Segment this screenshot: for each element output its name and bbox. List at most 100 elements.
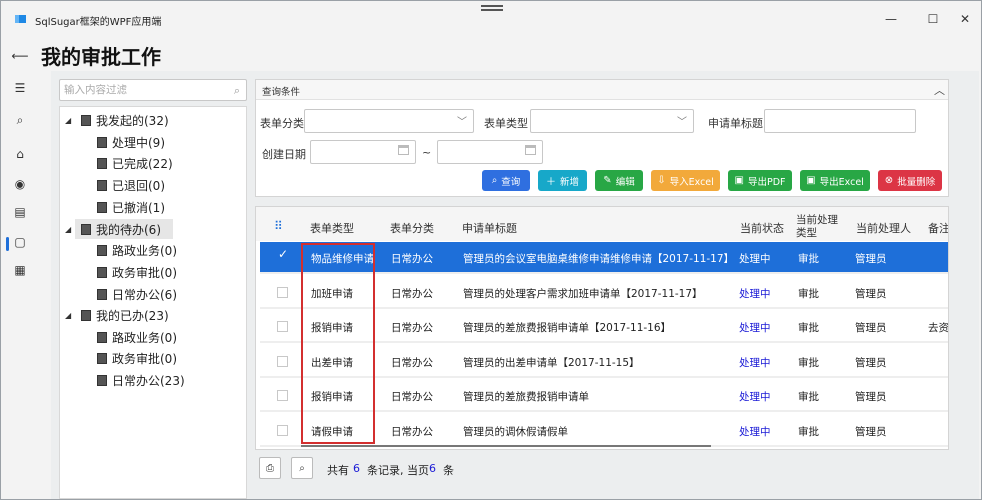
close-button[interactable]: ✕ — [953, 9, 977, 29]
collapse-triangle-icon[interactable]: ◢ — [65, 116, 75, 125]
form-category-select[interactable]: ﹀ — [304, 109, 474, 133]
menu-icon[interactable]: ☰ — [9, 77, 31, 99]
cell-status: 处理中 — [739, 357, 771, 369]
pager-suffix: 条 — [443, 464, 454, 477]
document-icon — [97, 157, 107, 169]
document-icon — [97, 201, 107, 213]
tree-filter-box: ⌕ — [59, 79, 247, 101]
cell-title: 管理员的调休假请假单 — [463, 426, 568, 438]
query-panel: 查询条件 ︿ 表单分类 ﹀ 表单类型 ﹀ 申请单标题 创建日期 ~ ⌕ 查询 ＋新… — [255, 79, 949, 197]
search-icon[interactable]: ⌕ — [234, 84, 240, 98]
form-category-label: 表单分类 — [260, 117, 304, 130]
briefcase-icon[interactable]: ▢ — [9, 231, 31, 253]
col-header-category[interactable]: 表单分类 — [390, 220, 434, 236]
add-button[interactable]: ＋新增 — [538, 170, 587, 191]
col-header-step-line2[interactable]: 类型 — [796, 227, 817, 239]
end-date-picker[interactable] — [437, 140, 543, 164]
tree-node-todo[interactable]: ◢ 我的待办(6) — [65, 219, 161, 239]
tree-node-label: 我的已办(23) — [96, 308, 169, 323]
start-date-picker[interactable] — [310, 140, 416, 164]
batch-delete-button[interactable]: ⊗ 批量删除 — [878, 170, 942, 191]
tree-node-todo-gov[interactable]: 政务审批(0) — [97, 262, 177, 282]
tree-node-label: 日常办公(6) — [112, 287, 177, 302]
back-arrow-icon[interactable]: ⟵ — [9, 45, 31, 67]
print-preview-icon[interactable]: ⌕ — [291, 457, 313, 479]
left-nav: ⟵ ☰ ⌕ ⌂ ◉ ▤ ▢ ▦ — [1, 35, 39, 499]
row-checkbox[interactable] — [277, 321, 288, 332]
col-header-type[interactable]: 表单类型 — [310, 220, 354, 236]
export-excel-button[interactable]: ▣ 导出Excel — [800, 170, 870, 191]
user-shield-icon[interactable]: ◉ — [9, 173, 31, 195]
chevron-up-icon[interactable]: ︿ — [934, 82, 945, 98]
maximize-button[interactable]: ☐ — [921, 9, 945, 29]
pager-total-count: 6 — [353, 462, 360, 475]
title-bar[interactable]: SqlSugar框架的WPF应用端 — ☐ ✕ — [1, 1, 981, 35]
pager-middle-text: 条记录, 当页 — [367, 464, 429, 477]
tree-node-done[interactable]: ◢ 我的已办(23) — [65, 305, 169, 325]
document-icon — [97, 331, 107, 343]
export-page-icon[interactable]: ⎙ — [259, 457, 281, 479]
tree-node-initiated[interactable]: ◢ 我发起的(32) — [65, 110, 169, 130]
horizontal-scrollbar[interactable] — [301, 445, 711, 447]
document-icon — [97, 374, 107, 386]
cell-step: 审批 — [798, 391, 819, 403]
tree-node-done-gov[interactable]: 政务审批(0) — [97, 348, 177, 368]
cell-status: 处理中 — [739, 322, 771, 334]
collapse-triangle-icon[interactable]: ◢ — [65, 225, 75, 234]
cell-handler: 管理员 — [855, 426, 887, 438]
row-checkbox[interactable] — [277, 287, 288, 298]
form-type-select[interactable]: ﹀ — [530, 109, 694, 133]
col-header-status[interactable]: 当前状态 — [740, 220, 784, 236]
collapse-triangle-icon[interactable]: ◢ — [65, 311, 75, 320]
col-header-step-line1[interactable]: 当前处理 — [796, 214, 838, 226]
row-checkbox[interactable] — [277, 425, 288, 436]
tree-filter-input[interactable] — [64, 82, 224, 98]
query-panel-title: 查询条件 — [262, 87, 301, 98]
cell-status: 处理中 — [739, 253, 771, 265]
tree-node-revoked[interactable]: 已撤消(1) — [97, 197, 165, 217]
tree-node-done-daily[interactable]: 日常办公(23) — [97, 370, 185, 390]
pager-prefix: 共有 — [327, 464, 349, 477]
tree-node-todo-daily[interactable]: 日常办公(6) — [97, 284, 177, 304]
export-pdf-button[interactable]: ▣ 导出PDF — [728, 170, 792, 191]
row-checkbox[interactable] — [277, 356, 288, 367]
tree-node-completed[interactable]: 已完成(22) — [97, 153, 173, 173]
checkmark-icon[interactable]: ✓ — [278, 247, 288, 261]
home-icon[interactable]: ⌂ — [9, 143, 31, 165]
edit-icon: ✎ — [603, 175, 612, 186]
document-icon — [97, 266, 107, 278]
tree-node-label: 已完成(22) — [112, 156, 173, 171]
tree-node-returned[interactable]: 已退回(0) — [97, 175, 165, 195]
cell-title: 管理员的会议室电脑桌维修申请维修申请【2017-11-17】 — [463, 253, 735, 265]
tree-node-done-road[interactable]: 路政业务(0) — [97, 327, 177, 347]
cell-step: 审批 — [798, 357, 819, 369]
date-range-separator: ~ — [422, 146, 432, 159]
edit-button[interactable]: ✎ 编辑 — [595, 170, 643, 191]
grid-settings-icon[interactable]: ▦ — [9, 259, 31, 281]
column-chooser-icon[interactable]: ⠿ — [274, 219, 284, 233]
batch-delete-label: 批量删除 — [897, 176, 936, 188]
cell-title: 管理员的处理客户需求加班申请单【2017-11-17】 — [463, 288, 703, 300]
title-input[interactable] — [764, 109, 916, 133]
grid-header: ⠿ 表单类型 表单分类 申请单标题 当前状态 当前处理 类型 当前处理人 备注 — [256, 207, 948, 241]
import-excel-button[interactable]: ⇩ 导入Excel — [651, 170, 720, 191]
cell-step: 审批 — [798, 322, 819, 334]
tree-node-todo-road[interactable]: 路政业务(0) — [97, 240, 177, 260]
row-checkbox[interactable] — [277, 390, 288, 401]
calendar-icon[interactable] — [398, 145, 409, 155]
col-header-title[interactable]: 申请单标题 — [462, 220, 517, 236]
highlight-annotation-box — [301, 243, 375, 444]
chevron-down-icon: ﹀ — [677, 117, 687, 128]
query-panel-header[interactable]: 查询条件 ︿ — [256, 80, 948, 100]
calendar-icon[interactable] — [525, 145, 536, 155]
tree-node-processing[interactable]: 处理中(9) — [97, 132, 165, 152]
minimize-button[interactable]: — — [879, 9, 903, 29]
search-icon[interactable]: ⌕ — [9, 109, 31, 131]
document-icon[interactable]: ▤ — [9, 201, 31, 223]
search-button[interactable]: ⌕ 查询 — [482, 170, 530, 191]
export-pdf-label: 导出PDF — [747, 176, 786, 188]
col-header-handler[interactable]: 当前处理人 — [856, 220, 911, 236]
drag-grip-icon[interactable] — [481, 5, 503, 11]
col-header-remark[interactable]: 备注 — [928, 220, 948, 236]
import-excel-label: 导入Excel — [669, 176, 714, 188]
